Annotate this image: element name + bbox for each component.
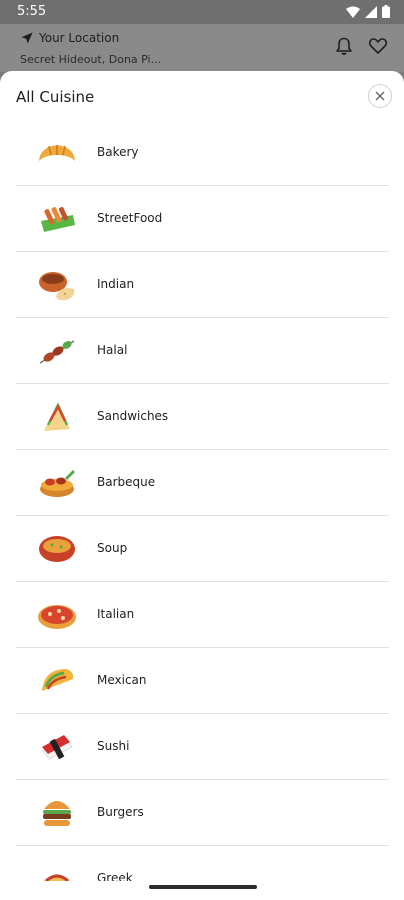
kebab-skewer-icon (39, 340, 75, 364)
cuisine-label: Sushi (97, 739, 130, 753)
cuisine-item-soup[interactable]: Soup (16, 516, 389, 582)
cuisine-item-halal[interactable]: Halal (16, 318, 389, 384)
cuisine-label: StreetFood (97, 211, 163, 225)
battery-icon (382, 5, 390, 18)
gyro-icon (43, 874, 71, 881)
status-time: 5:55 (17, 4, 47, 19)
location-title: Your Location (39, 31, 120, 45)
cuisine-list: Bakery StreetFood Indian Halal Sandwiche… (16, 120, 389, 881)
street-food-icon (41, 207, 75, 232)
heart-icon[interactable] (368, 36, 388, 56)
home-indicator[interactable] (149, 885, 257, 889)
soup-bowl-icon (39, 536, 75, 562)
location-address[interactable]: Secret Hideout, Dona Pi... (20, 53, 161, 66)
barbeque-icon (40, 469, 76, 497)
wifi-icon (346, 6, 360, 18)
location-header[interactable]: Your Location (21, 31, 119, 45)
cuisine-item-mexican[interactable]: Mexican (16, 648, 389, 714)
status-bar: 5:55 (0, 0, 404, 24)
curry-naan-icon (39, 272, 75, 301)
all-cuisine-sheet: All Cuisine Bakery StreetFood Indian Hal… (0, 71, 404, 881)
taco-icon (42, 669, 74, 691)
cuisine-label: Mexican (97, 673, 147, 687)
cuisine-label: Indian (97, 277, 135, 291)
header-actions (334, 36, 388, 56)
cuisine-label: Greek (97, 871, 133, 881)
close-icon (375, 91, 385, 101)
location-bar: Your Location Secret Hideout, Dona Pi... (0, 24, 404, 72)
cuisine-item-greek[interactable]: Greek (16, 846, 389, 881)
burger-icon (43, 801, 71, 826)
sushi-icon (42, 735, 73, 760)
cuisine-label: Italian (97, 607, 135, 621)
cuisine-item-bakery[interactable]: Bakery (16, 120, 389, 186)
sheet-title: All Cuisine (16, 88, 95, 106)
cuisine-item-barbeque[interactable]: Barbeque (16, 450, 389, 516)
pizza-icon (38, 605, 76, 629)
croissant-icon (39, 145, 75, 161)
signal-icon (365, 5, 377, 18)
cuisine-item-burgers[interactable]: Burgers (16, 780, 389, 846)
cuisine-label: Bakery (97, 145, 139, 159)
close-button[interactable] (368, 84, 392, 108)
navigation-arrow-icon (21, 32, 33, 44)
cuisine-item-italian[interactable]: Italian (16, 582, 389, 648)
gesture-nav-bar (0, 881, 404, 900)
bell-icon[interactable] (334, 36, 354, 56)
cuisine-label: Soup (97, 541, 128, 555)
cuisine-item-indian[interactable]: Indian (16, 252, 389, 318)
sandwich-icon (44, 402, 70, 431)
status-icons (346, 5, 390, 18)
cuisine-label: Sandwiches (97, 409, 169, 423)
cuisine-label: Halal (97, 343, 128, 357)
cuisine-item-streetfood[interactable]: StreetFood (16, 186, 389, 252)
cuisine-label: Burgers (97, 805, 144, 819)
cuisine-item-sandwiches[interactable]: Sandwiches (16, 384, 389, 450)
cuisine-item-sushi[interactable]: Sushi (16, 714, 389, 780)
cuisine-label: Barbeque (97, 475, 156, 489)
